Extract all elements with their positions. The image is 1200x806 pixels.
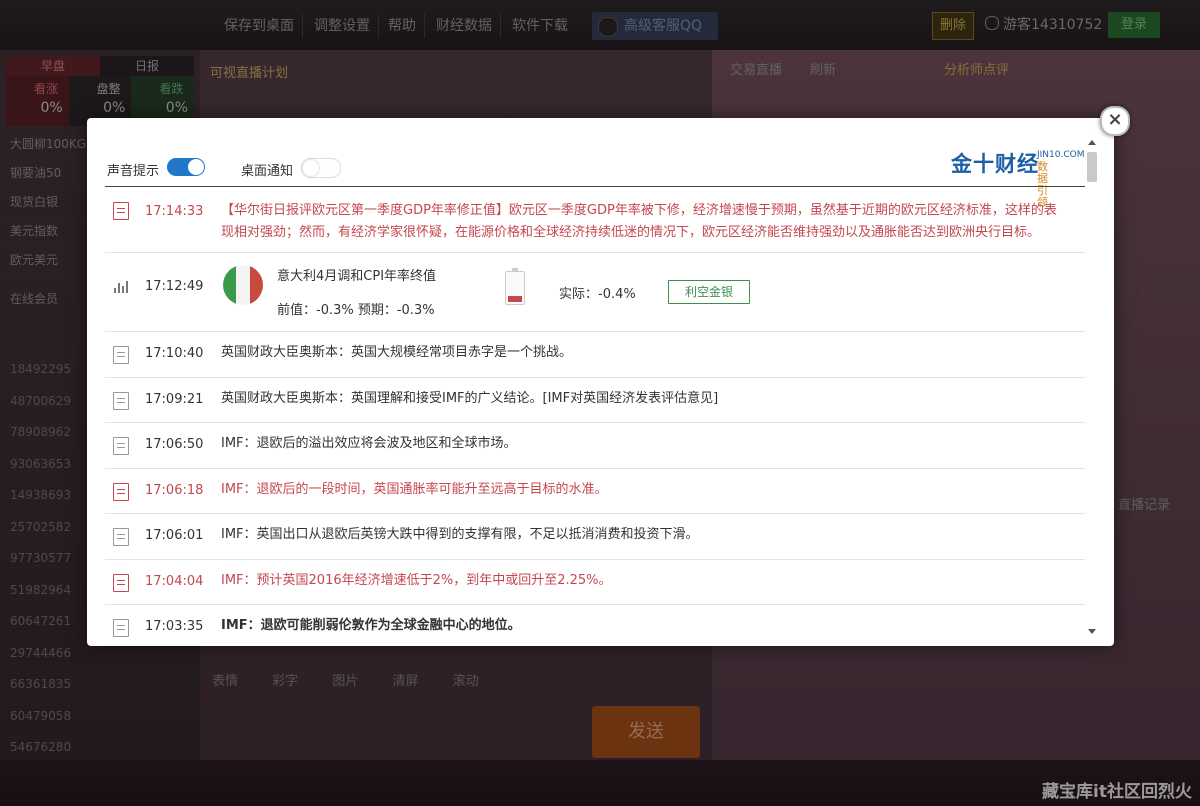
news-row[interactable]: 17:14:33 【华尔街日报评欧元区第一季度GDP年率修正值】欧元区一季度GD… bbox=[105, 188, 1085, 253]
header-divider bbox=[105, 186, 1085, 187]
document-icon bbox=[113, 619, 129, 637]
news-text: 英国财政大臣奥斯本：英国理解和接受IMF的广义结论。[IMF对英国经济发表评估意… bbox=[221, 390, 719, 406]
news-time: 17:06:50 bbox=[145, 437, 204, 452]
scroll-thumb[interactable] bbox=[1087, 152, 1097, 182]
data-title: 意大利4月调和CPI年率终值 bbox=[277, 269, 437, 284]
jin10-logo: 金十财经 JIN10.COM 数据引领 bbox=[951, 148, 1085, 209]
document-icon bbox=[113, 437, 129, 455]
news-time: 17:04:04 bbox=[145, 573, 204, 589]
news-time: 17:03:35 bbox=[145, 619, 204, 634]
brand-main: 金十财经 bbox=[951, 152, 1039, 176]
news-time: 17:09:21 bbox=[145, 391, 204, 407]
data-actual: 实际：-0.4% bbox=[559, 287, 636, 302]
impact-badge: 利空金银 bbox=[668, 280, 750, 304]
news-row[interactable]: 17:03:35 IMF：退欧可能削弱伦敦作为全球金融中心的地位。 bbox=[105, 605, 1085, 646]
data-release-row[interactable]: 17:12:49 意大利4月调和CPI年率终值 前值：-0.3% 预期：-0.3… bbox=[105, 253, 1085, 332]
news-time: 17:14:33 bbox=[145, 204, 204, 219]
news-time: 17:06:01 bbox=[145, 528, 204, 543]
document-icon bbox=[113, 482, 129, 501]
sound-toggle[interactable] bbox=[167, 158, 205, 176]
news-row[interactable]: 17:06:50 IMF：退欧后的溢出效应将会波及地区和全球市场。 bbox=[105, 423, 1085, 469]
document-icon bbox=[113, 346, 129, 364]
modal-header: 声音提示 桌面通知 金十财经 JIN10.COM 数据引领 bbox=[87, 118, 1087, 209]
news-feed: 17:14:33 【华尔街日报评欧元区第一季度GDP年率修正值】欧元区一季度GD… bbox=[105, 188, 1085, 646]
feed-scrollbar[interactable] bbox=[1085, 140, 1099, 640]
bar-chart-icon bbox=[113, 279, 131, 293]
news-text: IMF：英国出口从退欧后英镑大跌中得到的支撑有限，不足以抵消消费和投资下滑。 bbox=[221, 527, 699, 542]
news-text: IMF：预计英国2016年经济增速低于2%，到年中或回升至2.25%。 bbox=[221, 572, 612, 588]
desktop-notify-toggle[interactable] bbox=[301, 158, 341, 178]
news-row[interactable]: 17:06:18 IMF：退欧后的一段时间，英国通胀率可能升至远高于目标的水准。 bbox=[105, 469, 1085, 514]
scroll-down-icon[interactable] bbox=[1088, 629, 1096, 634]
news-row[interactable]: 17:06:01 IMF：英国出口从退欧后英镑大跌中得到的支撑有限，不足以抵消消… bbox=[105, 514, 1085, 560]
news-time: 17:06:18 bbox=[145, 482, 204, 498]
scroll-up-icon[interactable] bbox=[1088, 140, 1096, 145]
data-prev-expected: 前值：-0.3% 预期：-0.3% bbox=[277, 303, 435, 318]
news-row[interactable]: 17:04:04 IMF：预计英国2016年经济增速低于2%，到年中或回升至2.… bbox=[105, 560, 1085, 605]
news-time: 17:10:40 bbox=[145, 346, 204, 361]
news-row[interactable]: 17:10:40 英国财政大臣奥斯本：英国大规模经常项目赤字是一个挑战。 bbox=[105, 332, 1085, 378]
toggle-knob bbox=[303, 160, 319, 176]
news-time: 17:12:49 bbox=[145, 279, 204, 294]
news-text: 【华尔街日报评欧元区第一季度GDP年率修正值】欧元区一季度GDP年率被下修，经济… bbox=[221, 203, 1057, 240]
sound-toggle-label: 声音提示 bbox=[107, 164, 160, 179]
news-text: IMF：退欧后的溢出效应将会波及地区和全球市场。 bbox=[221, 436, 517, 451]
news-text: IMF：退欧可能削弱伦敦作为全球金融中心的地位。 bbox=[221, 618, 521, 633]
document-icon bbox=[113, 528, 129, 546]
news-text: IMF：退欧后的一段时间，英国通胀率可能升至远高于目标的水准。 bbox=[221, 481, 608, 497]
news-text: 英国财政大臣奥斯本：英国大规模经常项目赤字是一个挑战。 bbox=[221, 345, 573, 360]
impact-level-icon bbox=[505, 268, 525, 305]
italy-flag-icon bbox=[223, 265, 263, 305]
document-icon bbox=[113, 391, 129, 410]
close-icon[interactable]: × bbox=[1100, 106, 1130, 136]
document-icon bbox=[113, 202, 129, 220]
document-icon bbox=[113, 573, 129, 592]
brand-sub: JIN10.COM bbox=[1037, 150, 1085, 160]
news-row[interactable]: 17:09:21 英国财政大臣奥斯本：英国理解和接受IMF的广义结论。[IMF对… bbox=[105, 378, 1085, 423]
desktop-toggle-label: 桌面通知 bbox=[241, 164, 294, 179]
flash-news-modal: 声音提示 桌面通知 金十财经 JIN10.COM 数据引领 17:14:33 【… bbox=[87, 118, 1114, 646]
toggle-knob bbox=[188, 159, 204, 175]
